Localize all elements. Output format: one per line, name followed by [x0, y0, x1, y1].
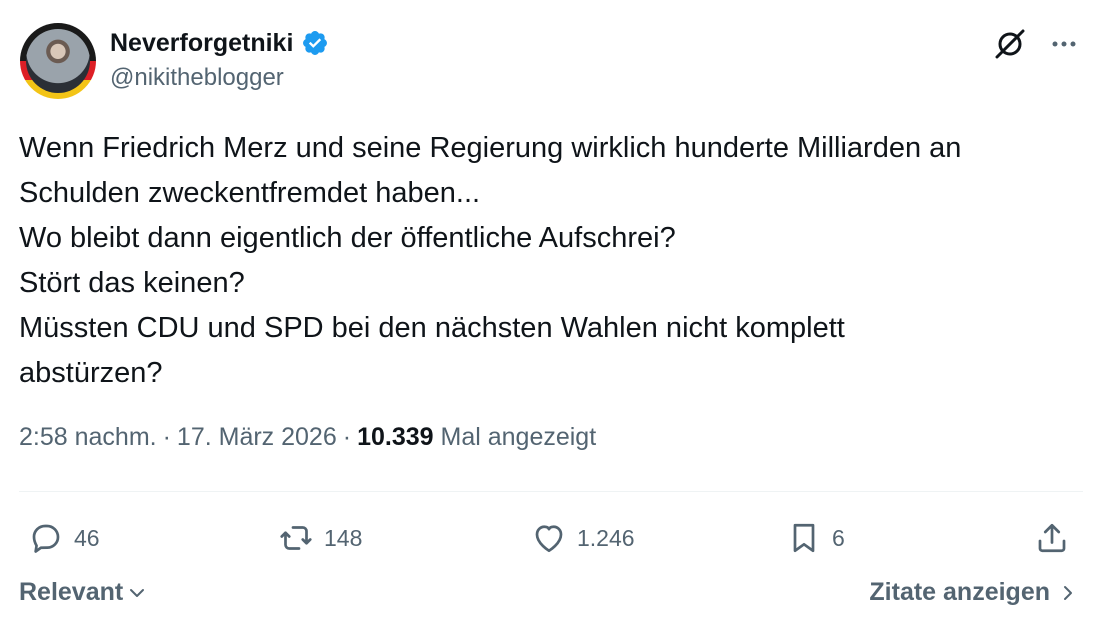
meta-separator: ·	[162, 423, 171, 451]
bookmark-count: 6	[832, 524, 845, 551]
reply-count: 46	[74, 524, 100, 551]
chevron-right-icon	[1064, 585, 1072, 600]
like-button[interactable]: 1.246	[531, 516, 635, 560]
heart-icon	[535, 525, 563, 553]
bookmark-button[interactable]: 6	[786, 516, 845, 560]
chevron-down-icon	[130, 588, 145, 597]
display-name[interactable]: Neverforgetniki	[110, 29, 293, 58]
more-icon[interactable]	[1048, 28, 1080, 60]
tweet-text: Wenn Friedrich Merz und seine Regierung …	[19, 126, 1089, 396]
handle[interactable]: @nikitheblogger	[110, 64, 284, 92]
view-quotes-link[interactable]: Zitate anzeigen	[869, 578, 1078, 607]
reply-button[interactable]: 46	[28, 516, 100, 560]
tweet-line: Stört das keinen?	[19, 267, 245, 299]
reply-icon	[32, 524, 60, 553]
tweet-line: abstürzen?	[19, 357, 163, 389]
meta-separator: ·	[342, 423, 352, 451]
share-button[interactable]	[1034, 516, 1070, 560]
sort-replies-dropdown[interactable]: Relevant	[19, 578, 147, 607]
tweet-time[interactable]: 2:58 nachm.	[19, 423, 157, 451]
author-name-row: Neverforgetniki	[110, 26, 329, 60]
retweet-icon	[280, 526, 312, 550]
retweet-count: 148	[324, 524, 363, 551]
tweet-line: Müssten CDU und SPD bei den nächsten Wah…	[19, 312, 845, 344]
views-label: Mal angezeigt	[440, 423, 597, 451]
views-count: 10.339	[357, 423, 434, 451]
share-icon	[1038, 523, 1066, 553]
header-actions	[992, 26, 1080, 62]
retweet-button[interactable]: 148	[278, 516, 362, 560]
tweet-line: Schulden zweckentfremdet haben...	[19, 177, 481, 209]
tweet-line: Wo bleibt dann eigentlich der öffentlich…	[19, 222, 676, 254]
like-count: 1.246	[577, 524, 635, 551]
verified-badge-icon[interactable]	[301, 29, 329, 57]
tweet-line: Wenn Friedrich Merz und seine Regierung …	[19, 132, 962, 164]
quotes-label: Zitate anzeigen	[869, 578, 1050, 606]
avatar-photo	[26, 29, 90, 93]
bookmark-icon	[793, 523, 815, 553]
sort-label: Relevant	[19, 578, 124, 606]
tweet-meta: 2:58 nachm. · 17. März 2026 · 10.339 Mal ang…	[19, 423, 596, 452]
divider	[19, 491, 1083, 492]
tweet-date[interactable]: 17. März 2026	[177, 423, 337, 451]
grok-icon[interactable]	[992, 26, 1028, 62]
avatar[interactable]	[20, 23, 96, 99]
